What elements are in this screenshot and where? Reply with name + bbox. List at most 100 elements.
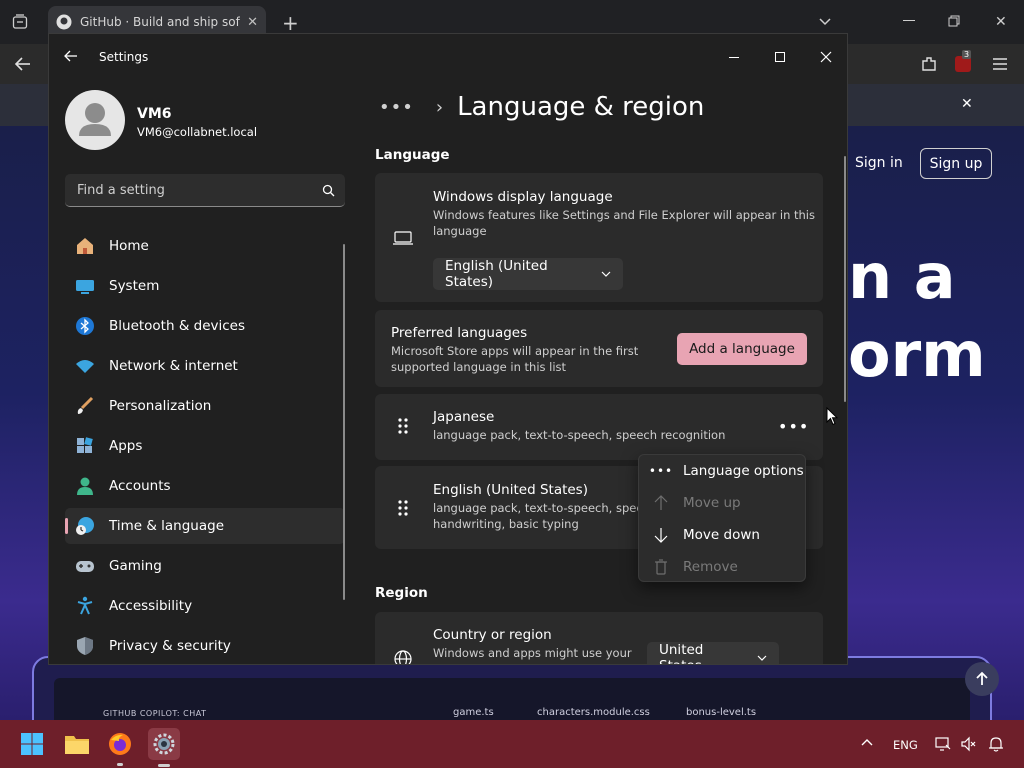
menu-item-remove[interactable]: Remove (639, 552, 807, 582)
browser-minimize-icon[interactable] (903, 20, 915, 21)
sidebar-item-privacy[interactable]: Privacy & security (65, 628, 345, 664)
drag-handle-icon[interactable] (398, 418, 408, 434)
arrow-down-icon (653, 527, 669, 543)
time-language-icon (75, 516, 95, 536)
start-button[interactable] (16, 728, 48, 760)
menu-item-label: Move down (683, 527, 760, 543)
sidebar-item-home[interactable]: Home (65, 228, 345, 264)
bluetooth-icon (75, 316, 95, 336)
settings-taskbar-button[interactable] (148, 728, 180, 760)
brush-icon (75, 396, 95, 416)
new-tab-icon[interactable]: + (282, 11, 299, 35)
chevron-up-icon[interactable] (861, 738, 873, 746)
minimize-icon (729, 56, 739, 58)
sidebar-scrollbar[interactable] (343, 244, 345, 600)
sidebar-item-network[interactable]: Network & internet (65, 348, 345, 384)
browser-restore-icon[interactable] (948, 15, 960, 27)
sidebar-item-personalization[interactable]: Personalization (65, 388, 345, 424)
accessibility-icon (75, 596, 95, 616)
preferred-languages-desc: Microsoft Store apps will appear in the … (391, 344, 639, 358)
globe-icon (394, 650, 412, 664)
minimize-button[interactable] (716, 42, 752, 72)
browser-close-icon[interactable]: ✕ (995, 14, 1007, 30)
accounts-icon (75, 476, 95, 496)
back-arrow-icon[interactable] (63, 49, 79, 63)
sidebar-item-label: Personalization (109, 398, 212, 414)
github-logo-icon (56, 14, 72, 30)
close-button[interactable] (808, 42, 844, 72)
gamepad-icon (75, 556, 95, 576)
section-header-region: Region (375, 585, 428, 601)
firefox-button[interactable] (104, 728, 136, 760)
chevron-right-icon: › (435, 96, 444, 118)
country-region-desc: Windows and apps might use your (433, 646, 632, 660)
close-tab-icon[interactable]: ✕ (247, 15, 258, 30)
notification-bell-icon[interactable] (988, 736, 1004, 752)
sidebar-item-label: Network & internet (109, 358, 238, 374)
menu-item-move-down[interactable]: Move down (639, 520, 807, 550)
github-sign-up-button[interactable]: Sign up (920, 148, 992, 179)
sidebar-item-label: Time & language (109, 518, 225, 534)
scroll-to-top-button[interactable] (965, 662, 999, 696)
firefox-running-indicator (117, 763, 123, 766)
browser-menu-icon[interactable] (992, 57, 1008, 71)
menu-item-label: Language options (683, 463, 804, 479)
sidebar-item-accessibility[interactable]: Accessibility (65, 588, 345, 624)
page-title: Language & region (457, 92, 705, 122)
sidebar-item-label: Gaming (109, 558, 162, 574)
maximize-icon (775, 52, 785, 62)
volume-muted-icon[interactable] (960, 736, 976, 752)
language-features: handwriting, basic typing (433, 517, 579, 531)
search-box[interactable] (65, 174, 345, 207)
display-language-desc: Windows features like Settings and File … (433, 208, 815, 222)
apps-icon (75, 436, 95, 456)
browser-back-icon[interactable] (14, 56, 32, 72)
home-icon (75, 236, 95, 256)
profile-name: VM6 (137, 106, 172, 122)
country-region-dropdown[interactable]: United States (647, 642, 779, 664)
settings-titlebar: Settings (49, 34, 847, 82)
display-language-desc: language (433, 224, 487, 238)
sidebar-item-apps[interactable]: Apps (65, 428, 345, 464)
menu-item-language-options[interactable]: ••• Language options (639, 456, 807, 486)
menu-item-move-up[interactable]: Move up (639, 488, 807, 518)
sidebar-item-label: Apps (109, 438, 143, 454)
more-options-icon[interactable]: ••• (778, 417, 809, 436)
settings-active-indicator (158, 764, 170, 767)
avatar[interactable] (65, 90, 125, 150)
country-region-value: United States (659, 642, 704, 664)
trash-icon (653, 559, 669, 575)
add-language-button[interactable]: Add a language (677, 333, 807, 365)
display-language-dropdown[interactable]: English (United States) (433, 258, 623, 290)
sidebar-item-system[interactable]: System (65, 268, 345, 304)
tab-list-icon[interactable] (12, 14, 28, 30)
copilot-chat-label: GITHUB COPILOT: CHAT (103, 709, 207, 718)
network-icon[interactable] (935, 736, 951, 752)
content-scrollbar[interactable] (844, 156, 846, 402)
input-language-indicator[interactable]: ENG (893, 738, 918, 752)
file-explorer-button[interactable] (61, 728, 93, 760)
sidebar-nav: Home System Bluetooth & devices Network … (65, 228, 345, 664)
sidebar-item-label: Accounts (109, 478, 171, 494)
sidebar-item-accounts[interactable]: Accounts (65, 468, 345, 504)
language-name: Japanese (433, 409, 495, 425)
preferred-languages-desc: supported language in this list (391, 360, 567, 374)
language-context-menu: ••• Language options Move up Move down R… (638, 454, 806, 582)
shield-icon (75, 636, 95, 656)
sidebar-item-time-language[interactable]: Time & language (65, 508, 345, 544)
mouse-cursor-icon (826, 407, 838, 426)
search-input[interactable] (75, 181, 322, 199)
maximize-button[interactable] (762, 42, 798, 72)
sidebar-item-gaming[interactable]: Gaming (65, 548, 345, 584)
breadcrumb-more-icon[interactable]: ••• (379, 97, 414, 118)
chevron-down-icon[interactable] (818, 15, 832, 29)
window-title: Settings (99, 50, 149, 64)
breadcrumb: ••• › Language & region (379, 92, 704, 122)
profile-email: VM6@collabnet.local (137, 125, 258, 139)
sidebar-item-bluetooth[interactable]: Bluetooth & devices (65, 308, 345, 344)
extensions-icon[interactable] (920, 55, 938, 73)
github-sign-in-link[interactable]: Sign in (855, 155, 903, 171)
preferred-languages-title: Preferred languages (391, 325, 528, 341)
close-notice-icon[interactable]: ✕ (961, 96, 973, 112)
drag-handle-icon[interactable] (398, 500, 408, 516)
